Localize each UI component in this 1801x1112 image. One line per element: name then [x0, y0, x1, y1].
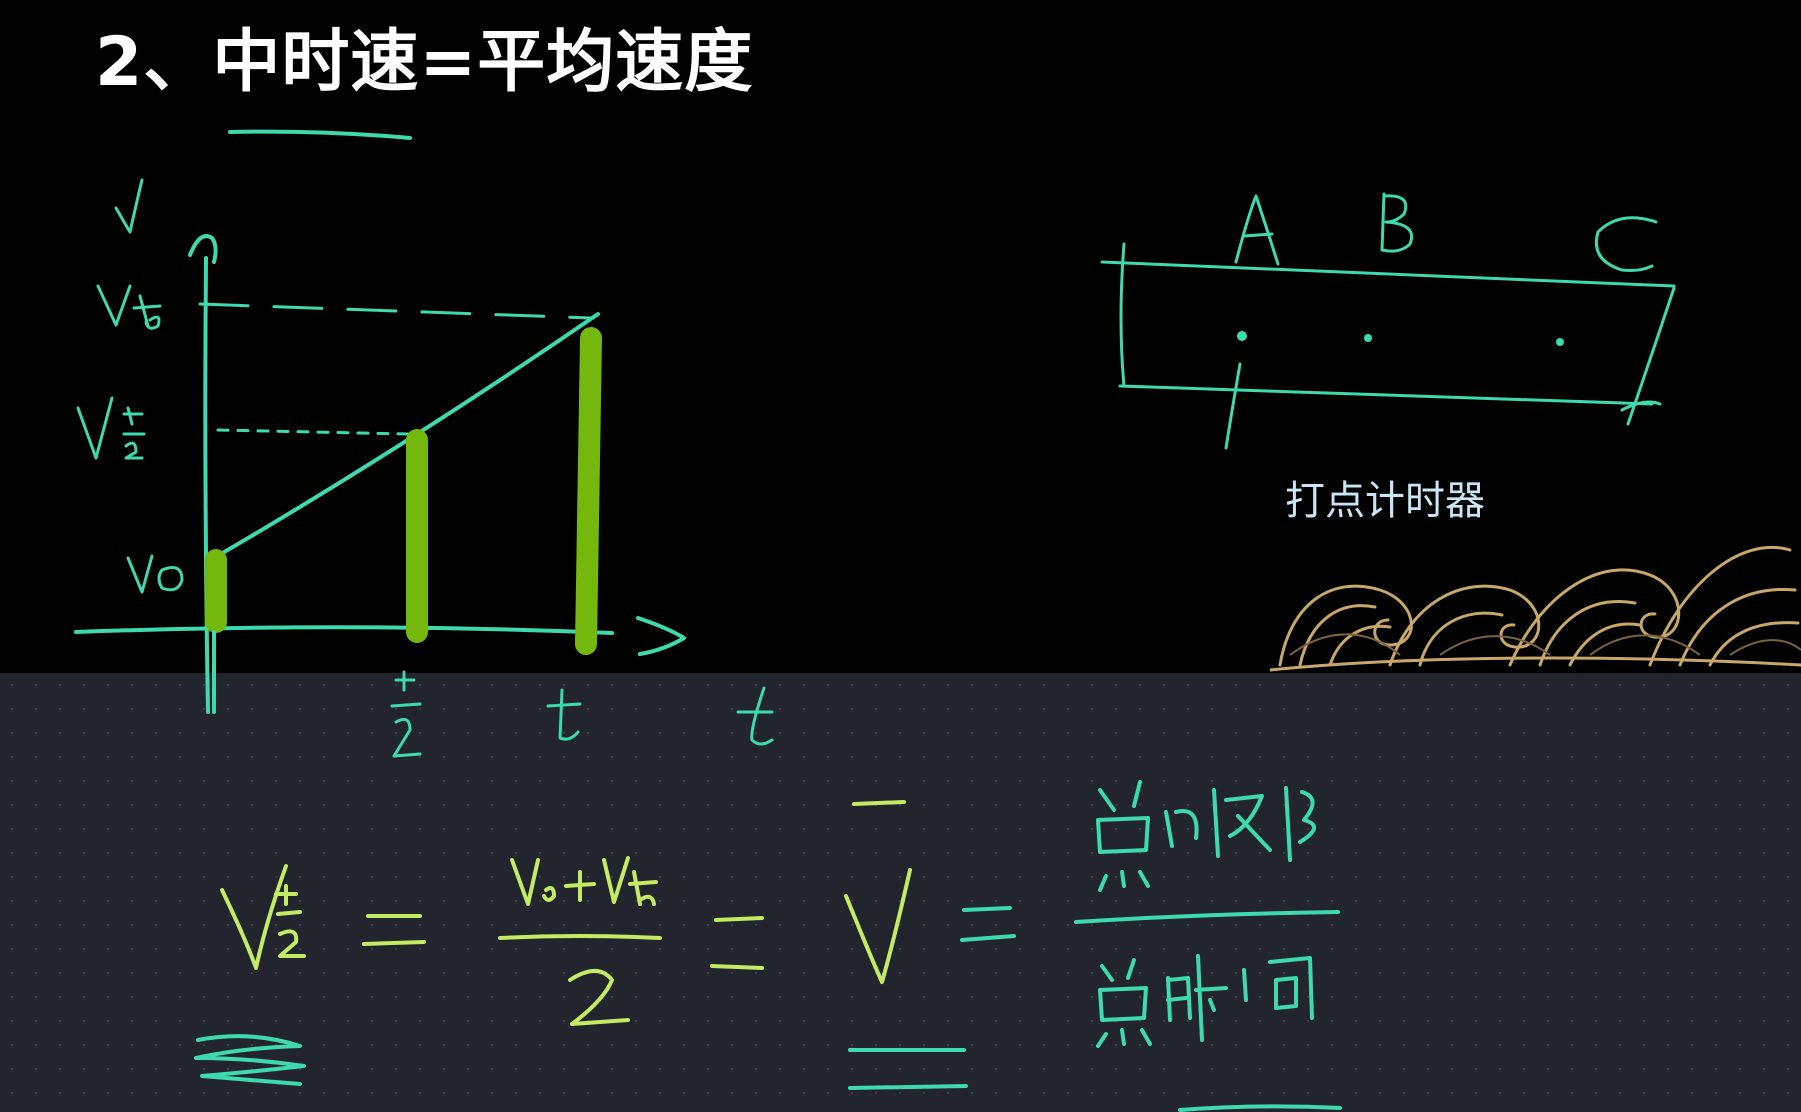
point-label-a: [1234, 194, 1280, 266]
eq-v-bar: [844, 868, 912, 984]
eq-vt: [602, 856, 658, 906]
underline-bottom-right: [1178, 1104, 1342, 1112]
eq-fraction-bar: [498, 934, 662, 940]
point-label-c: [1595, 216, 1658, 272]
eq-plus: [564, 870, 596, 902]
eq-v-bar-bar: [852, 800, 906, 806]
y-axis-arrow: [188, 234, 218, 264]
title-underline: [228, 129, 412, 140]
tick-label-t-half: [390, 670, 422, 758]
label-v0: [126, 554, 184, 594]
label-vt: [96, 284, 162, 330]
bar-vt: [575, 327, 602, 655]
eq-total-displacement: [1096, 780, 1316, 892]
tape-top: [1100, 260, 1676, 288]
eq-equals-2: [710, 916, 764, 970]
label-vt-half: [76, 396, 146, 460]
start-tick: [1224, 362, 1242, 450]
tape-left: [1119, 242, 1126, 388]
x-axis-arrow: [636, 616, 686, 656]
y-axis-label-v: [114, 178, 144, 234]
eq-fraction-bar-2: [1074, 910, 1340, 924]
eq-denominator-2: [568, 969, 630, 1026]
tape-dot-c: [1556, 338, 1564, 346]
point-label-b: [1380, 192, 1413, 253]
underline-scribble-left: [194, 1034, 306, 1086]
x-axis: [74, 625, 614, 635]
vt-dashed-line: [198, 302, 594, 320]
eq-v-t-half: [220, 864, 306, 970]
tick-label-t: [546, 688, 582, 741]
eq-equals-1: [362, 914, 426, 946]
eq-v0: [510, 858, 556, 906]
eq-equals-3: [960, 906, 1016, 942]
x-axis-label-t: [736, 686, 774, 746]
handwriting-layer: [74, 129, 1676, 1112]
underline-v-bar-2: [848, 1084, 968, 1090]
vt-half-dotted-line: [216, 428, 410, 436]
eq-total-time: [1096, 954, 1314, 1048]
tape-dot-b: [1364, 334, 1372, 342]
y-axis: [203, 256, 210, 714]
tape-bottom: [1118, 384, 1654, 406]
tape-dot-a: [1237, 331, 1247, 341]
